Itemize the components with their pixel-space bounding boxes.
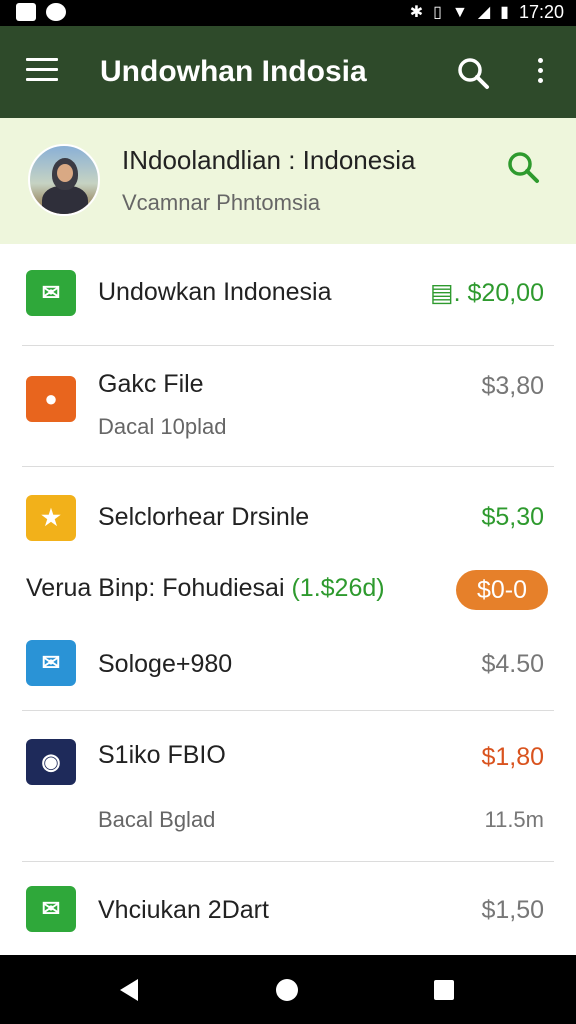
bluetooth-icon: ✱	[409, 3, 424, 21]
avatar[interactable]	[28, 144, 100, 216]
list-item[interactable]: ✉ Vhciukan 2Dart $1,50	[0, 862, 576, 955]
profile-subtitle: Vcamnar Phntomsia	[122, 190, 321, 215]
list-item[interactable]: ✉ Undowkan Indonesia ▤. $20,00	[0, 244, 576, 346]
recent-apps-icon[interactable]	[434, 980, 454, 1000]
chat-icon: ◉	[26, 739, 76, 785]
item-amount: ▤. $20,00	[430, 279, 544, 307]
list-item[interactable]: ★ Selclorhear Drsinle $5,30	[0, 467, 576, 563]
item-label: Sologe+980	[98, 650, 233, 678]
item-amount: $1,80	[481, 743, 544, 771]
back-icon[interactable]	[120, 979, 138, 1001]
menu-icon[interactable]	[26, 58, 58, 84]
mail-check-icon: ✉	[26, 886, 76, 932]
vibrate-icon: ▯	[433, 3, 442, 21]
app-bar: Undowhan Indosia	[0, 26, 576, 118]
app-title: Undowhan Indosia	[100, 55, 367, 88]
profile-search-icon[interactable]	[506, 150, 540, 184]
signal-icon: ◢	[477, 3, 491, 21]
item-amount: $4.50	[481, 650, 544, 678]
cloud-icon	[46, 3, 66, 21]
list-item[interactable]: ● Gakc File Dacal 10plad $3,80	[0, 346, 576, 466]
promo-highlight: (1.$26d)	[291, 574, 385, 602]
item-label: S1iko FBIO	[98, 741, 226, 769]
item-subtitle: Dacal 10plad	[98, 414, 227, 439]
search-icon[interactable]	[456, 56, 490, 90]
item-amount: $1,50	[481, 896, 544, 924]
status-time: 17:20	[518, 2, 564, 22]
item-duration: 11.5m	[484, 807, 544, 832]
promo-badge-button[interactable]: $0-0	[456, 570, 548, 610]
battery-icon: ▮	[500, 3, 509, 21]
wifi-icon: ▼	[451, 3, 468, 21]
promo-text: Verua Binp: Fohudiesai	[26, 574, 285, 602]
item-subtitle: Bacal Bglad	[98, 807, 216, 832]
item-label: Vhciukan 2Dart	[98, 896, 269, 924]
profile-header[interactable]: INdoolandlian : Indonesia Vcamnar Phntom…	[0, 118, 576, 244]
home-icon[interactable]	[276, 979, 298, 1001]
film-icon: ●	[26, 376, 76, 422]
item-amount: $5,30	[481, 503, 544, 531]
list-item[interactable]: ◉ S1iko FBIO Bacal Bglad $1,80 11.5m	[0, 711, 576, 861]
profile-name: INdoolandlian : Indonesia	[122, 145, 416, 175]
item-amount: $3,80	[481, 372, 544, 400]
mail-icon: ✉	[26, 640, 76, 686]
item-label: Gakc File	[98, 370, 204, 398]
promo-row[interactable]: Verua Binp: Fohudiesai (1.$26d) $0-0	[0, 564, 576, 618]
list-item[interactable]: ✉ Sologe+980 $4.50	[0, 620, 576, 710]
navigation-bar	[0, 955, 576, 1024]
gallery-icon	[16, 3, 36, 21]
mail-check-icon: ✉	[26, 270, 76, 316]
more-options-icon[interactable]	[532, 58, 548, 88]
promo-text-container: Verua Binp: Fohudiesai (1.$26d)	[26, 574, 385, 603]
star-icon: ★	[26, 495, 76, 541]
item-label: Selclorhear Drsinle	[98, 503, 310, 531]
item-label: Undowkan Indonesia	[98, 278, 332, 306]
status-bar: ✱ ▯ ▼ ◢ ▮ 17:20	[0, 0, 576, 26]
